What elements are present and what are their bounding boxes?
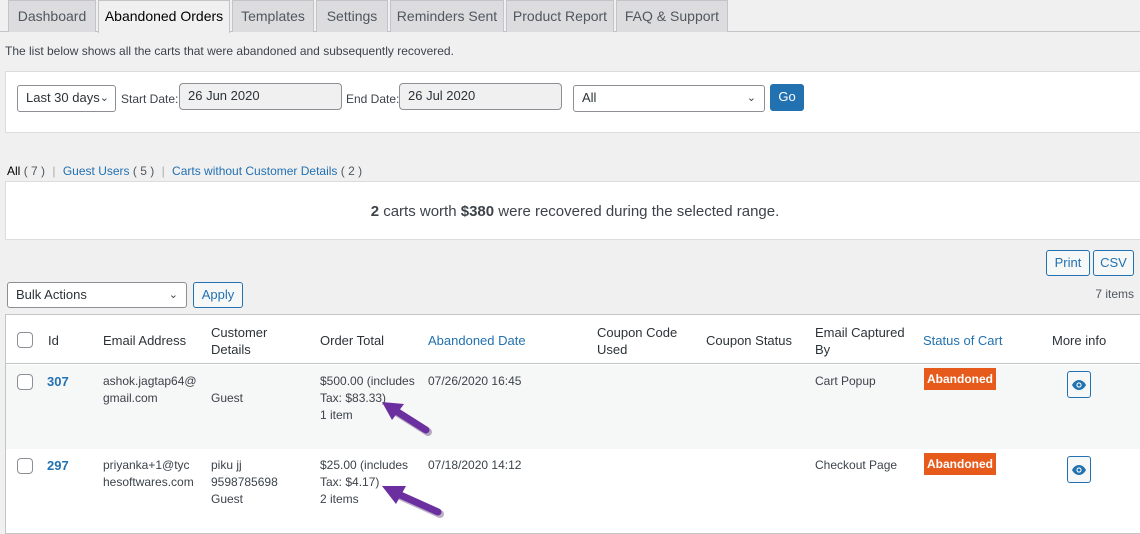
view-details-button[interactable] [1067, 371, 1091, 398]
print-button[interactable]: Print [1046, 250, 1090, 276]
email-line1: ashok.jagtap64@ [103, 374, 197, 388]
bulk-actions-select[interactable]: Bulk Actions ⌄ [7, 282, 187, 308]
captured-by-cell: Cart Popup [815, 374, 876, 388]
total-tax: Tax: $4.17) [320, 475, 380, 489]
intro-text: The list below shows all the carts that … [5, 44, 454, 58]
col-order-total: Order Total [320, 333, 385, 348]
chevron-down-icon: ⌄ [168, 289, 178, 301]
row-checkbox[interactable] [17, 374, 33, 390]
row-checkbox[interactable] [17, 458, 33, 474]
customer-cell: Guest [211, 373, 243, 407]
tab-product-report[interactable]: Product Report [506, 0, 614, 32]
total-items: 1 item [320, 408, 353, 422]
summary-amount: $380 [460, 203, 495, 220]
col-more-info: More info [1052, 333, 1107, 348]
col-coupon-line1: Coupon Code [597, 325, 678, 340]
view-all[interactable]: All [7, 164, 20, 178]
customer-line1 [211, 373, 243, 390]
start-date-label: Start Date: [121, 92, 179, 106]
table-row: 297 priyanka+1@tyc hesoftwares.com piku … [6, 449, 1140, 533]
total-tax: Tax: $83.33) [320, 391, 387, 405]
col-coupon-line2: Used [597, 342, 628, 357]
csv-button[interactable]: CSV [1093, 250, 1134, 276]
go-button[interactable]: Go [770, 84, 804, 111]
summary-text-2: were recovered during the selected range… [494, 203, 780, 220]
tab-reminders-sent[interactable]: Reminders Sent [390, 0, 504, 32]
col-id: Id [48, 333, 59, 348]
total-line1: $25.00 (includes [320, 458, 409, 472]
cart-type-select[interactable]: All ⌄ [573, 85, 765, 112]
date-range-value: Last 30 days [26, 90, 100, 105]
order-id-link[interactable]: 297 [47, 457, 69, 474]
view-details-button[interactable] [1067, 456, 1091, 483]
col-customer-line1: Customer [211, 325, 268, 340]
col-captured-line2: By [815, 342, 831, 357]
col-captured-line1: Email Captured [815, 325, 905, 340]
customer-type: Guest [211, 492, 244, 506]
order-id-link[interactable]: 307 [47, 373, 69, 390]
status-badge: Abandoned [924, 368, 996, 390]
email-cell: ashok.jagtap64@ gmail.com [103, 373, 197, 407]
select-all-checkbox[interactable] [17, 332, 33, 348]
col-coupon-code: Coupon Code Used [597, 324, 677, 358]
customer-cell: piku jj 9598785698 Guest [211, 457, 278, 508]
end-date-label: End Date: [346, 92, 400, 106]
view-filters: All ( 7 ) | Guest Users ( 5 ) | Carts wi… [7, 164, 362, 178]
customer-name: piku jj [211, 458, 242, 472]
tab-abandoned-orders[interactable]: Abandoned Orders [98, 0, 230, 33]
status-badge: Abandoned [924, 453, 996, 475]
tab-templates[interactable]: Templates [232, 0, 314, 32]
view-nodetails-count: ( 2 ) [340, 164, 363, 178]
cart-type-value: All [582, 90, 597, 105]
col-coupon-status: Coupon Status [706, 333, 793, 348]
view-guest-count: ( 5 ) [132, 164, 155, 178]
total-line1: $500.00 (includes [320, 374, 415, 388]
chevron-down-icon: ⌄ [746, 92, 756, 104]
separator: | [161, 164, 165, 178]
tab-settings[interactable]: Settings [316, 0, 388, 32]
abandoned-orders-table: Id Email Address Customer Details Order … [5, 314, 1140, 534]
order-total-cell: $25.00 (includes Tax: $4.17) 2 items [320, 457, 408, 508]
table-header: Id Email Address Customer Details Order … [6, 315, 1140, 364]
email-line2: gmail.com [103, 391, 158, 405]
bulk-actions-value: Bulk Actions [16, 287, 87, 302]
customer-phone: 9598785698 [211, 475, 278, 489]
summary-text-1: carts worth [379, 203, 461, 220]
view-carts-without-details[interactable]: Carts without Customer Details [172, 164, 337, 178]
filter-panel: Last 30 days ⌄ Start Date: 26 Jun 2020 E… [5, 71, 1140, 133]
apply-button[interactable]: Apply [193, 282, 243, 308]
captured-by-cell: Checkout Page [815, 458, 898, 472]
col-customer-line2: Details [211, 342, 251, 357]
eye-icon [1072, 464, 1086, 475]
recovery-summary: 2 carts worth $380 were recovered during… [5, 181, 1140, 240]
email-line2: hesoftwares.com [103, 475, 194, 489]
eye-icon [1072, 379, 1086, 390]
view-all-count: ( 7 ) [23, 164, 46, 178]
tab-faq-support[interactable]: FAQ & Support [616, 0, 728, 32]
order-total-cell: $500.00 (includes Tax: $83.33) 1 item [320, 373, 415, 424]
customer-line2: Guest [211, 391, 244, 405]
col-abandoned-date[interactable]: Abandoned Date [428, 332, 526, 349]
view-guest-users[interactable]: Guest Users [63, 164, 130, 178]
email-cell: priyanka+1@tyc hesoftwares.com [103, 457, 194, 491]
tab-dashboard[interactable]: Dashboard [8, 0, 96, 32]
abandoned-date-cell: 07/18/2020 14:12 [428, 458, 522, 472]
col-status-of-cart[interactable]: Status of Cart [923, 332, 1002, 349]
col-customer-details: Customer Details [211, 324, 267, 358]
email-line1: priyanka+1@tyc [103, 458, 190, 472]
start-date-input[interactable]: 26 Jun 2020 [179, 83, 342, 110]
abandoned-date-cell: 07/26/2020 16:45 [428, 374, 522, 388]
separator: | [52, 164, 56, 178]
items-count: 7 items [1095, 287, 1134, 301]
col-email: Email Address [103, 333, 187, 348]
col-email-captured-by: Email Captured By [815, 324, 905, 358]
table-row: 307 ashok.jagtap64@ gmail.com Guest $500… [6, 365, 1140, 449]
summary-count: 2 [370, 203, 380, 220]
date-range-select[interactable]: Last 30 days ⌄ [17, 85, 116, 112]
nav-tabs: Dashboard Abandoned Orders Templates Set… [0, 0, 1140, 33]
chevron-down-icon: ⌄ [99, 92, 109, 104]
end-date-input[interactable]: 26 Jul 2020 [399, 83, 562, 110]
total-items: 2 items [320, 492, 359, 506]
